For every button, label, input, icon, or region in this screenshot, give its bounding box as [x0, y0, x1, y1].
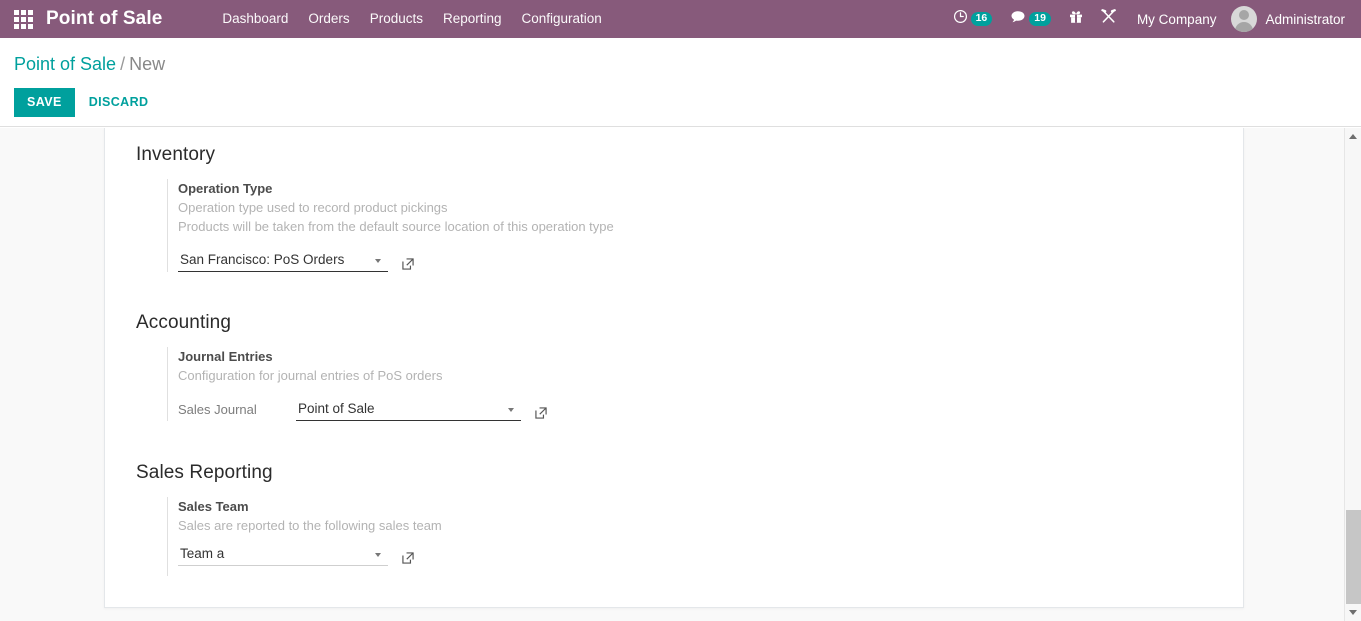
operation-type-field	[178, 250, 388, 272]
clock-icon	[953, 9, 968, 29]
sales-team-field	[178, 544, 388, 566]
section-title-sales-reporting: Sales Reporting	[136, 462, 273, 483]
breadcrumb: Point of Sale / New	[14, 38, 1361, 76]
gift-icon	[1069, 9, 1083, 29]
user-name-label: Administrator	[1265, 11, 1345, 27]
group-label-operation-type: Operation Type	[178, 181, 273, 196]
menu-item-products[interactable]: Products	[360, 0, 433, 38]
breadcrumb-item-root[interactable]: Point of Sale	[14, 54, 116, 74]
group-label-journal-entries: Journal Entries	[178, 349, 273, 364]
menu-item-orders[interactable]: Orders	[298, 0, 359, 38]
apps-grid-icon	[13, 9, 33, 29]
operation-type-input[interactable]	[178, 250, 388, 272]
group-help-sales-team: Sales are reported to the following sale…	[178, 518, 442, 533]
field-row-sales-journal: Sales Journal	[178, 399, 1213, 421]
sales-team-input[interactable]	[178, 544, 388, 566]
discard-button[interactable]: DISCARD	[75, 88, 159, 117]
group-help-journal-entries: Configuration for journal entries of PoS…	[178, 368, 443, 383]
activities-menu-button[interactable]: 16	[944, 0, 1002, 38]
menu-item-configuration[interactable]: Configuration	[512, 0, 612, 38]
form-scroll-container: Inventory Operation Type Operation type …	[0, 128, 1344, 621]
breadcrumb-item-current: New	[129, 54, 166, 74]
vertical-scrollbar[interactable]	[1344, 128, 1361, 621]
top-navbar: Point of Sale Dashboard Orders Products …	[0, 0, 1361, 38]
external-link-icon[interactable]	[401, 257, 415, 271]
form-sheet: Inventory Operation Type Operation type …	[104, 128, 1244, 608]
settings-group-sales-team: Sales Team Sales are reported to the fol…	[167, 497, 1213, 576]
section-title-inventory: Inventory	[136, 144, 216, 165]
enterprise-upgrade-button[interactable]	[1060, 0, 1092, 38]
company-switcher[interactable]: My Company	[1126, 12, 1228, 27]
scroll-down-button[interactable]	[1345, 604, 1361, 621]
external-link-icon[interactable]	[401, 551, 415, 565]
chevron-up-icon	[1349, 134, 1357, 139]
group-label-sales-team: Sales Team	[178, 499, 249, 514]
field-row-sales-team	[178, 544, 1213, 566]
main-menu: Dashboard Orders Products Reporting Conf…	[212, 0, 611, 38]
chevron-down-icon	[1349, 610, 1357, 615]
group-help-operation-type-line1: Operation type used to record product pi…	[178, 200, 448, 215]
apps-menu-button[interactable]	[0, 0, 46, 38]
activities-count-badge: 16	[970, 12, 993, 26]
sales-journal-field	[296, 399, 521, 421]
scrollbar-thumb[interactable]	[1346, 510, 1361, 605]
menu-item-dashboard[interactable]: Dashboard	[212, 0, 298, 38]
app-brand-title[interactable]: Point of Sale	[46, 8, 162, 30]
external-link-icon[interactable]	[534, 406, 548, 420]
user-menu-button[interactable]: Administrator	[1227, 0, 1351, 38]
control-panel: Point of Sale / New SAVE DISCARD	[0, 38, 1361, 127]
messages-menu-button[interactable]: 19	[1001, 0, 1060, 38]
field-row-operation-type	[178, 250, 1213, 272]
settings-group-operation-type: Operation Type Operation type used to re…	[167, 179, 1213, 272]
chat-bubble-icon	[1010, 10, 1026, 29]
group-help-operation-type-line2: Products will be taken from the default …	[178, 219, 614, 234]
user-avatar-icon	[1231, 6, 1258, 32]
save-button[interactable]: SAVE	[14, 88, 75, 117]
sales-journal-input[interactable]	[296, 399, 521, 421]
wrench-tools-icon	[1101, 9, 1117, 29]
breadcrumb-separator: /	[120, 54, 126, 74]
systray: 16 19 My Company Administrator	[944, 0, 1361, 38]
content-area: Inventory Operation Type Operation type …	[0, 128, 1361, 621]
control-panel-buttons: SAVE DISCARD	[14, 88, 1361, 117]
scroll-up-button[interactable]	[1345, 128, 1361, 145]
section-title-accounting: Accounting	[136, 312, 232, 333]
debug-tools-button[interactable]	[1092, 0, 1126, 38]
settings-group-journal-entries: Journal Entries Configuration for journa…	[167, 347, 1213, 421]
field-label-sales-journal: Sales Journal	[178, 402, 257, 417]
messages-count-badge: 19	[1029, 12, 1051, 26]
menu-item-reporting[interactable]: Reporting	[433, 0, 512, 38]
